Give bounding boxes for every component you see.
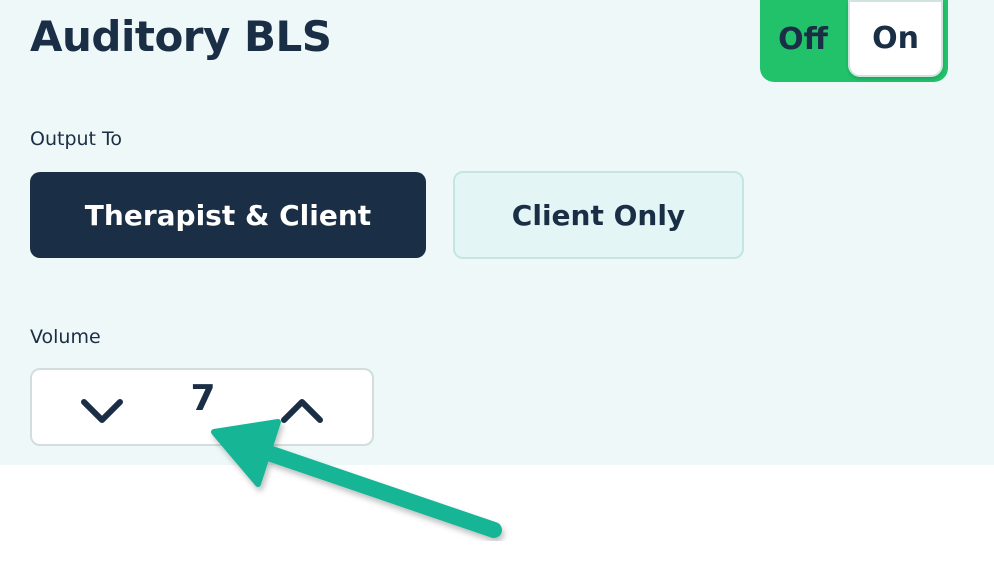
client-only-button[interactable]: Client Only	[453, 171, 744, 259]
toggle-off-option[interactable]: Off	[760, 0, 846, 78]
chevron-up-icon	[281, 399, 323, 423]
toggle-on-option[interactable]: On	[848, 0, 943, 77]
page-title: Auditory BLS	[30, 12, 332, 61]
volume-stepper: 7	[30, 368, 374, 446]
chevron-down-icon	[81, 399, 123, 423]
volume-value: 7	[190, 378, 216, 419]
settings-panel: Auditory BLS Off On Output To Therapist …	[0, 0, 994, 465]
volume-increase-button[interactable]	[272, 378, 332, 438]
output-to-label: Output To	[30, 128, 123, 150]
therapist-and-client-button[interactable]: Therapist & Client	[30, 172, 426, 258]
volume-decrease-button[interactable]	[72, 378, 132, 438]
volume-label: Volume	[30, 326, 101, 348]
